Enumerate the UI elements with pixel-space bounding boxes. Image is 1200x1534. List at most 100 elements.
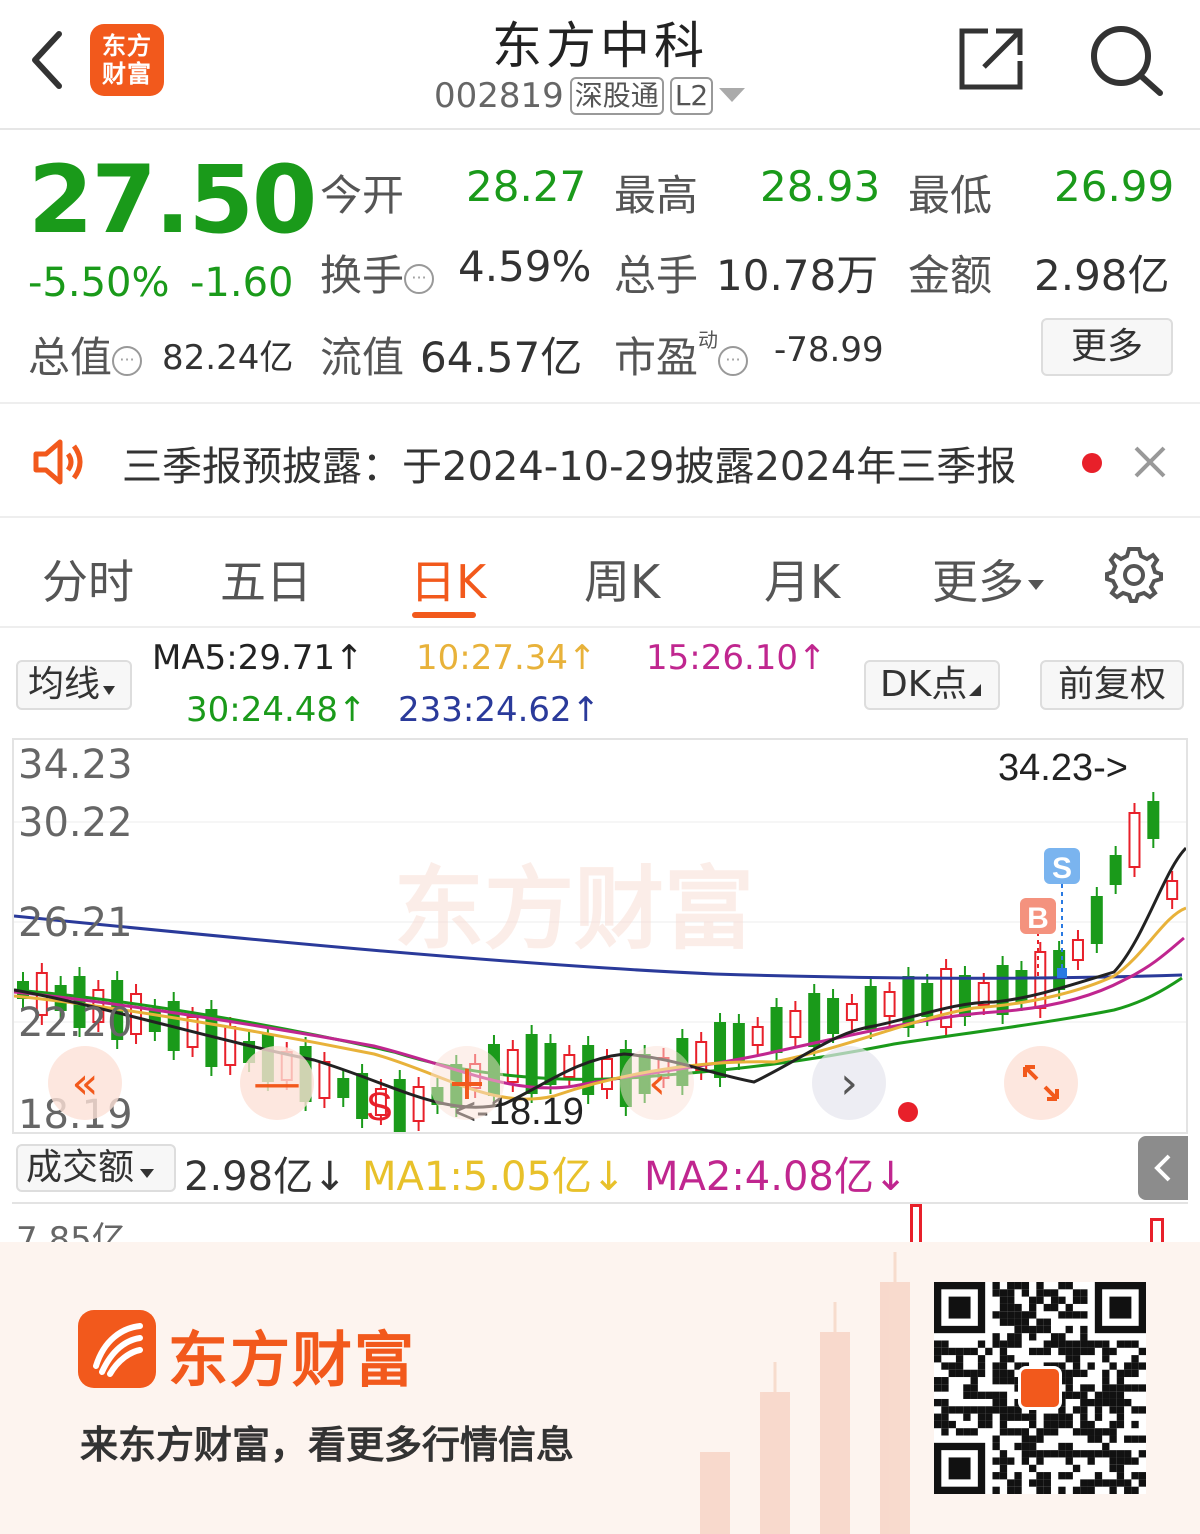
chevron-left-icon: ‹ bbox=[648, 1057, 666, 1109]
mktcap-label-text: 总值 bbox=[28, 333, 113, 382]
qr-center-logo bbox=[1018, 1366, 1062, 1410]
high-label: 最高 bbox=[614, 171, 699, 220]
candle-body bbox=[601, 1058, 613, 1090]
ma-selector[interactable]: 均线 bbox=[16, 660, 132, 710]
candle-body bbox=[1109, 855, 1122, 885]
volume-selector[interactable]: 成交额 bbox=[16, 1144, 176, 1192]
max-marker: 34.23-> bbox=[998, 747, 1128, 789]
tab-daily-k[interactable]: 日K bbox=[410, 546, 486, 612]
corner-triangle-icon bbox=[969, 684, 982, 696]
period-tabs: 分时 五日 日K 周K 月K 更多 bbox=[0, 518, 1200, 628]
tab-more[interactable]: 更多 bbox=[932, 546, 1044, 612]
volume-bar bbox=[910, 1204, 922, 1242]
ma10-value: 10:27.34↑ bbox=[416, 638, 597, 678]
settings-button[interactable] bbox=[1104, 544, 1164, 604]
collapse-panel-button[interactable] bbox=[1138, 1136, 1188, 1200]
buy-signal: B bbox=[1027, 902, 1049, 935]
candle-body bbox=[789, 1010, 802, 1038]
ma-selector-label: 均线 bbox=[28, 664, 101, 705]
chevron-right-icon: › bbox=[840, 1057, 858, 1109]
dk-point-button[interactable]: DK点 bbox=[864, 660, 1000, 710]
candle-body bbox=[845, 1003, 858, 1021]
brand-logo bbox=[78, 1310, 156, 1388]
change-percent: -5.50% bbox=[28, 260, 170, 306]
y-label: 34.23 bbox=[18, 742, 133, 788]
candle-body bbox=[563, 1054, 576, 1078]
notice-bar[interactable]: 三季报预披露：于2024-10-29披露2024年三季报 bbox=[0, 402, 1200, 518]
ma5-value: MA5:29.71↑ bbox=[152, 638, 364, 678]
info-icon: ··· bbox=[112, 345, 143, 376]
qr-code[interactable] bbox=[934, 1282, 1146, 1494]
open-label: 今开 bbox=[320, 171, 405, 220]
expand-icon bbox=[1023, 1065, 1059, 1101]
caret-down-icon bbox=[140, 1169, 155, 1178]
ma30-value: 30:24.48↑ bbox=[186, 690, 367, 730]
zoom-out-button[interactable]: — bbox=[240, 1046, 314, 1120]
pe-label-text: 市盈 bbox=[614, 333, 699, 382]
volume-bar bbox=[1150, 1218, 1164, 1242]
indicator-row: 均线 MA5:29.71↑ 10:27.34↑ 15:26.10↑ 30:24.… bbox=[0, 630, 1200, 738]
share-button[interactable] bbox=[956, 26, 1026, 92]
unread-dot bbox=[1082, 453, 1102, 473]
close-button[interactable] bbox=[1128, 440, 1172, 484]
high-value: 28.93 bbox=[760, 162, 881, 211]
stock-code: 002819 bbox=[434, 76, 564, 116]
mktcap-label[interactable]: 总值 ··· bbox=[28, 324, 143, 385]
pe-value: -78.99 bbox=[774, 330, 884, 370]
promo-footer[interactable]: 东方财富 来东方财富，看更多行情信息 bbox=[0, 1242, 1200, 1534]
candle-body bbox=[130, 993, 143, 1035]
stock-subtitle[interactable]: 002819 深股通 L2 bbox=[434, 76, 746, 116]
mktcap-value: 82.24亿 bbox=[162, 338, 294, 378]
caret-down-icon bbox=[719, 88, 746, 102]
header: 东方财富 东方中科 002819 深股通 L2 bbox=[0, 0, 1200, 130]
close-icon bbox=[1134, 446, 1166, 478]
candle-body bbox=[1166, 880, 1179, 900]
candle-body bbox=[224, 1026, 237, 1066]
candle-body bbox=[318, 1061, 331, 1099]
sell-signal: S bbox=[1052, 852, 1072, 885]
y-label: 30.22 bbox=[18, 800, 133, 846]
candle-body bbox=[808, 993, 821, 1047]
rewind-button[interactable]: « bbox=[48, 1046, 122, 1120]
caret-down-icon bbox=[103, 686, 116, 695]
tab-more-label: 更多 bbox=[932, 555, 1024, 609]
turnover-value: 4.59% bbox=[458, 242, 592, 291]
pe-label[interactable]: 市盈动··· bbox=[614, 324, 749, 385]
double-chevron-left-icon: « bbox=[71, 1057, 99, 1109]
kline-chart[interactable]: 东方财富 B S S 34.23-> <-18.19 34.23 30.22 2… bbox=[12, 738, 1188, 1138]
prev-button[interactable]: ‹ bbox=[620, 1046, 694, 1120]
float-label: 流值 bbox=[320, 333, 405, 382]
current-price: 27.50 bbox=[28, 146, 317, 255]
speaker-icon bbox=[33, 439, 83, 485]
zoom-in-button[interactable]: + bbox=[430, 1046, 504, 1120]
info-icon: ··· bbox=[404, 263, 435, 294]
more-button[interactable]: 更多 bbox=[1041, 318, 1173, 376]
search-button[interactable] bbox=[1086, 22, 1166, 98]
info-icon: ··· bbox=[718, 345, 749, 376]
change-amount: -1.60 bbox=[190, 260, 294, 306]
next-button[interactable]: › bbox=[812, 1046, 886, 1120]
amount-value: 2.98亿 bbox=[1034, 251, 1170, 300]
tab-five-day[interactable]: 五日 bbox=[220, 546, 312, 612]
fullscreen-button[interactable] bbox=[1004, 1046, 1078, 1120]
connect-tag: 深股通 bbox=[569, 77, 664, 115]
chart-watermark: 东方财富 bbox=[394, 860, 754, 960]
share-icon bbox=[959, 28, 1023, 90]
active-tab-indicator bbox=[412, 612, 476, 618]
caret-down-icon bbox=[1028, 579, 1044, 590]
candle-body bbox=[337, 1078, 350, 1098]
tab-weekly-k[interactable]: 周K bbox=[584, 546, 660, 612]
volume-selector-label: 成交额 bbox=[26, 1147, 135, 1188]
chevron-left-icon bbox=[1154, 1154, 1171, 1182]
y-label: 26.21 bbox=[18, 900, 133, 946]
adjust-button[interactable]: 前复权 bbox=[1040, 660, 1184, 710]
gear-icon bbox=[1105, 547, 1163, 603]
tab-monthly-k[interactable]: 月K bbox=[764, 546, 840, 612]
volume-y-label: 7.85亿 bbox=[16, 1220, 126, 1242]
tab-intraday[interactable]: 分时 bbox=[42, 546, 134, 612]
candle-body bbox=[1128, 812, 1141, 868]
candle-body bbox=[864, 986, 877, 1030]
candle-body bbox=[1071, 939, 1084, 961]
turnover-label[interactable]: 换手 ··· bbox=[320, 242, 435, 303]
volume-label: 总手 bbox=[614, 251, 699, 300]
